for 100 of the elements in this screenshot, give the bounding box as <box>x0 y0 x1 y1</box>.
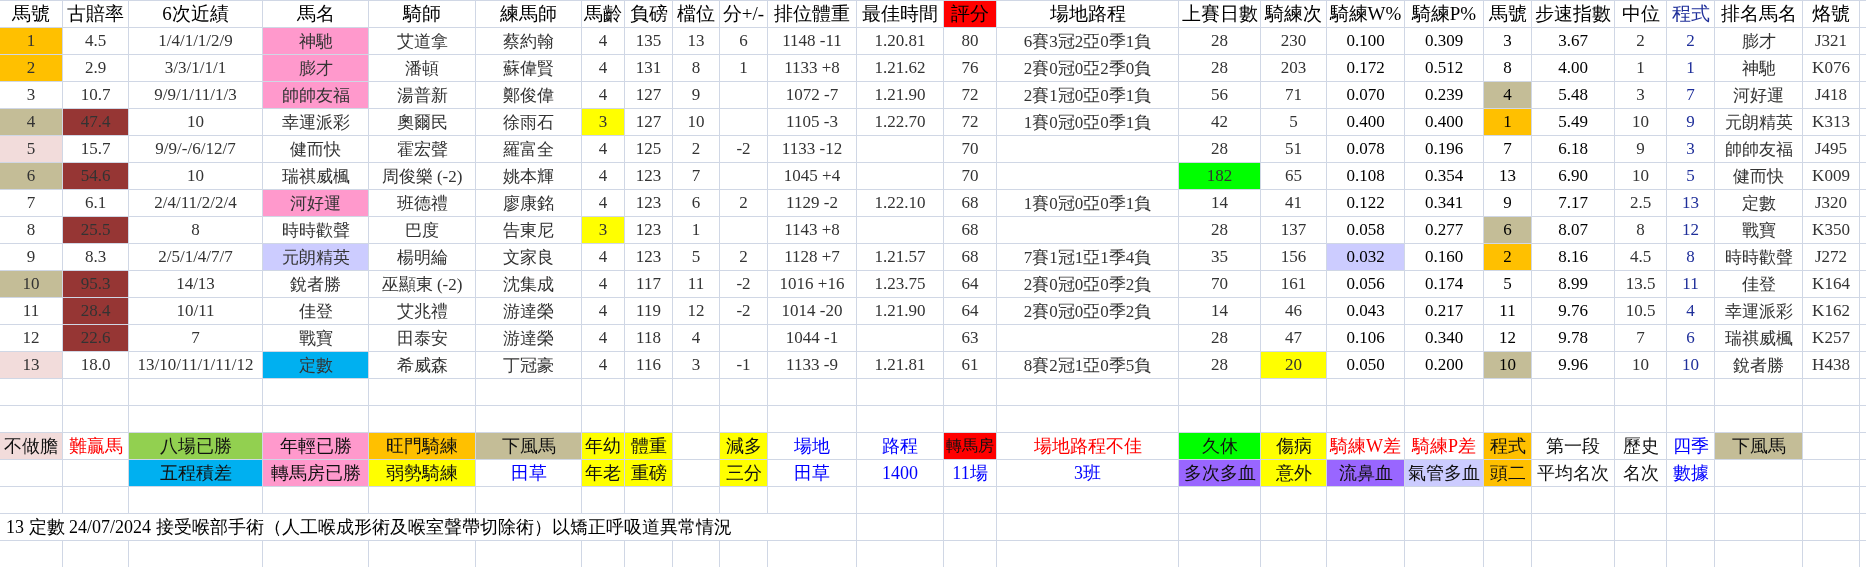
legend-label: 田草 <box>509 462 548 485</box>
table-cell-text: 膨才 <box>1740 30 1777 53</box>
table-cell-text: 0.354 <box>1423 165 1465 187</box>
table-cell-text: 118 <box>635 327 662 349</box>
table-cell-text: 5.48 <box>1557 84 1589 106</box>
legend-label: 四季 <box>1671 435 1710 458</box>
table-cell-text: 131 <box>634 57 663 79</box>
table-cell-text: 4 <box>597 273 609 295</box>
table-cell-text: 2賽1冠0亞0季1負 <box>1022 84 1153 107</box>
table-cell-text: 10 <box>186 165 205 187</box>
table-cell-text: 1128 +7 <box>783 246 841 268</box>
legend-label: 田草 <box>793 462 831 485</box>
table-cell-text: 56 <box>1210 84 1229 106</box>
legend-label: 五程積差 <box>129 460 262 486</box>
table-cell-text: 3 <box>1685 138 1696 160</box>
table-cell-text: 11 <box>1681 273 1700 295</box>
table-cell-text: 4.5 <box>83 30 108 52</box>
table-cell-text: 0.108 <box>1345 165 1386 187</box>
legend-label: 久休 <box>1179 433 1260 459</box>
table-cell-text: 76 <box>960 57 980 79</box>
table-cell-text: 時時歡聲 <box>1723 246 1794 269</box>
table-cell-text: 0.050 <box>1345 354 1386 376</box>
table-cell-text: 廖康銘 <box>502 192 555 215</box>
table-cell-text: 71 <box>1284 84 1303 106</box>
table-cell-text: 姚本輝 <box>502 165 555 188</box>
table-cell-text: 告東尼 <box>502 219 555 242</box>
table-cell-text: 文家良 <box>502 246 555 269</box>
table-cell-text: 1.20.81 <box>873 30 927 52</box>
table-cell-text: 佳登 <box>297 300 334 323</box>
table-cell-text: 4 <box>597 30 609 52</box>
table-cell-text: 0.340 <box>1423 327 1465 349</box>
table-cell-text: 28 <box>1210 219 1229 241</box>
table-cell-text: 10.5 <box>1624 300 1657 322</box>
table-cell-text: 艾兆禮 <box>395 300 449 323</box>
table-cell-text: K076 <box>1811 57 1851 79</box>
table-cell-text: 64 <box>960 273 980 295</box>
table-cell-text: 2賽0冠0亞2季0負 <box>1022 57 1153 80</box>
table-cell-text: 10 <box>1681 354 1700 376</box>
table-cell-text: 9.96 <box>1557 354 1589 376</box>
table-cell-text: 1045 +4 <box>782 165 842 187</box>
table-cell-text: 1賽0冠0亞0季1負 <box>1022 192 1153 215</box>
legend-label: 年幼 <box>582 433 624 459</box>
column-header: 排位體重 <box>773 2 851 26</box>
table-cell-text: 1133 -9 <box>785 354 839 376</box>
table-cell-text: J495 <box>1813 138 1849 160</box>
table-cell-text: 霍宏聲 <box>395 138 449 161</box>
table-cell: 10 <box>1484 352 1531 378</box>
table-cell-text: 230 <box>1279 30 1308 52</box>
table-cell: 3 <box>582 217 624 243</box>
legend-label: 場地 <box>793 435 831 458</box>
table-cell-text: 0.100 <box>1345 30 1386 52</box>
table-cell-text: 希威森 <box>395 354 449 377</box>
table-cell: 4 <box>0 109 62 135</box>
table-cell: 95.3 <box>63 271 128 297</box>
table-cell-text: 1129 -2 <box>785 192 839 214</box>
table-cell-text: 9.78 <box>1557 327 1589 349</box>
table-cell-text: 10 <box>1631 165 1650 187</box>
column-header: 最佳時間 <box>861 2 939 26</box>
table-cell: 47.4 <box>63 109 128 135</box>
legend-label: 轉馬房已勝 <box>263 460 368 486</box>
table-cell-text: K009 <box>1811 165 1851 187</box>
table-cell-text: 1.21.81 <box>873 354 927 376</box>
table-cell-text: 72 <box>960 111 980 133</box>
legend-label: 意外 <box>1261 460 1326 486</box>
table-cell-text: 楊明綸 <box>395 246 449 269</box>
table-cell: 4 <box>1484 82 1531 108</box>
table-cell-text: 1.21.90 <box>873 300 927 322</box>
table-cell: 2 <box>0 55 62 81</box>
table-cell-text: 61 <box>960 354 980 376</box>
table-cell-text: 羅富全 <box>502 138 555 161</box>
legend-label: 騎練P差 <box>1410 435 1477 458</box>
table-cell-text: 4 <box>1685 300 1696 322</box>
table-cell: 3 <box>582 109 624 135</box>
table-cell-text: 8 <box>1635 219 1646 241</box>
legend-label: 歷史 <box>1621 435 1660 458</box>
table-cell-text: 1143 +8 <box>783 219 841 241</box>
table-cell-text: 28 <box>1210 354 1229 376</box>
table-cell-text: 2賽0冠0亞0季2負 <box>1022 300 1153 323</box>
table-cell-text: 0.277 <box>1423 219 1465 241</box>
table-cell-text: 丁冠豪 <box>502 354 555 377</box>
table-cell-text: 9 <box>690 84 702 106</box>
table-cell-text: 6 <box>1685 327 1696 349</box>
table-cell-text: 6.18 <box>1557 138 1589 160</box>
table-cell-text: 3 <box>1635 84 1646 106</box>
table-cell-text: 10 <box>186 111 205 133</box>
table-cell-text: 健而快 <box>289 138 342 161</box>
table-cell-text: 4 <box>597 165 609 187</box>
table-cell-text: 1 <box>690 219 702 241</box>
table-cell-text: 1 <box>1685 57 1696 79</box>
table-cell-text: -2 <box>735 300 752 322</box>
table-cell-text: 63 <box>960 327 980 349</box>
legend-label: 名次 <box>1621 462 1660 485</box>
legend-label: 頭二 <box>1484 460 1531 486</box>
column-header: 練馬師 <box>499 2 558 26</box>
table-cell-text: 0.309 <box>1423 30 1465 52</box>
table-cell-text: 6 <box>738 30 749 52</box>
column-header: 騎練W% <box>1328 2 1403 26</box>
legend-label: 場地路程不佳 <box>1032 435 1143 458</box>
table-cell-text: J418 <box>1813 84 1849 106</box>
table-cell-text: 1 <box>1635 57 1646 79</box>
